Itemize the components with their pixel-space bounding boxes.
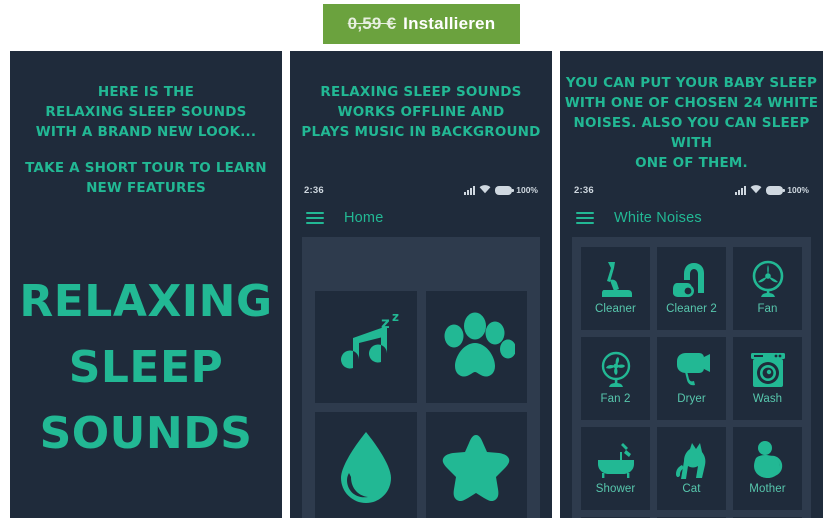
noise-item-row4-c[interactable]: [733, 517, 802, 518]
app-bar: Home: [290, 201, 552, 235]
status-bar-indicators: 100%: [464, 181, 538, 199]
paw-print-icon: [437, 311, 516, 383]
svg-text:z: z: [381, 314, 390, 332]
noise-label: Cat: [682, 483, 701, 495]
app-screenshot-2[interactable]: RELAXING SLEEP SOUNDS WORKS OFFLINE AND …: [290, 51, 552, 518]
water-drop-icon: [335, 430, 397, 506]
wifi-icon: [750, 181, 762, 199]
status-bar: 2:36 100%: [560, 179, 823, 201]
promo-line: WORKS OFFLINE AND: [337, 104, 505, 120]
hamburger-menu-icon[interactable]: [306, 212, 324, 224]
promo-line: TAKE A SHORT TOUR TO LEARN: [25, 160, 267, 176]
promo-line: WITH ONE OF CHOSEN 24 WHITE: [564, 95, 819, 111]
app-bar: White Noises: [560, 201, 823, 235]
tile-favorites[interactable]: [425, 412, 527, 518]
battery-percent: 100%: [516, 185, 538, 195]
app-bar-title: Home: [344, 210, 384, 226]
app-hero-title: RELAXING SLEEP SOUNDS: [10, 269, 282, 467]
washing-machine-icon: [748, 348, 788, 392]
battery-percent: 100%: [787, 185, 809, 195]
app-bar-title: White Noises: [614, 210, 702, 226]
noise-item-row4-b[interactable]: [657, 517, 726, 518]
noise-label: Fan 2: [600, 393, 631, 405]
mother-baby-icon: [748, 438, 788, 482]
promo-line: RELAXING SLEEP SOUNDS: [320, 84, 522, 100]
promo-line: WITH A BRAND NEW LOOK...: [35, 124, 257, 140]
noise-item-cat[interactable]: Cat: [657, 427, 726, 510]
wifi-icon: [479, 181, 491, 199]
status-bar-time: 2:36: [304, 184, 324, 196]
noise-label: Dryer: [677, 393, 706, 405]
app-screenshot-1[interactable]: HERE IS THE RELAXING SLEEP SOUNDS WITH A…: [10, 51, 282, 518]
svg-text:z: z: [392, 312, 399, 324]
white-noise-grid: Cleaner Cleaner 2 Fan Fan 2 Dryer Wash S…: [581, 247, 802, 518]
table-fan-icon: [596, 348, 636, 392]
white-noise-sheet: Cleaner Cleaner 2 Fan Fan 2 Dryer Wash S…: [572, 237, 811, 518]
install-button-label: Installieren: [403, 14, 496, 33]
screenshot-gallery: HERE IS THE RELAXING SLEEP SOUNDS WITH A…: [0, 51, 833, 518]
noise-item-shower[interactable]: Shower: [581, 427, 650, 510]
noise-item-mother[interactable]: Mother: [733, 427, 802, 510]
status-bar-time: 2:36: [574, 184, 594, 196]
promo-line: RELAXING SLEEP SOUNDS: [45, 104, 247, 120]
app-screenshot-3[interactable]: YOU CAN PUT YOUR BABY SLEEP WITH ONE OF …: [560, 51, 823, 518]
hero-title-line: SOUNDS: [39, 408, 253, 459]
noise-item-row4-a[interactable]: [581, 517, 650, 518]
noise-label: Fan: [757, 303, 778, 315]
noise-label: Cleaner: [595, 303, 636, 315]
battery-icon: [766, 185, 786, 195]
promo-text-block-a: RELAXING SLEEP SOUNDS WORKS OFFLINE AND …: [290, 82, 552, 142]
promo-text-block-b: TAKE A SHORT TOUR TO LEARN NEW FEATURES: [10, 158, 282, 198]
promo-line: NEW FEATURES: [86, 180, 206, 196]
hero-title-line: SLEEP: [68, 342, 224, 393]
promo-text-block-a: YOU CAN PUT YOUR BABY SLEEP WITH ONE OF …: [564, 73, 819, 173]
noise-item-cleaner-2[interactable]: Cleaner 2: [657, 247, 726, 330]
tile-sleep-music[interactable]: z z: [315, 291, 417, 403]
phone-mock-white-noises: 2:36 100% White Noises Cleaner Cleaner 2…: [560, 179, 823, 518]
status-bar: 2:36 100%: [290, 179, 552, 201]
tile-animals[interactable]: [425, 291, 527, 403]
hair-dryer-icon: [672, 348, 712, 392]
noise-item-fan-2[interactable]: Fan 2: [581, 337, 650, 420]
phone-mock-home: 2:36 100% Home z z: [290, 179, 552, 518]
canister-vacuum-icon: [672, 258, 712, 302]
tile-water[interactable]: [315, 412, 417, 518]
noise-label: Shower: [595, 483, 636, 495]
signal-icon: [464, 185, 476, 195]
ceiling-fan-icon: [748, 258, 788, 302]
upright-vacuum-icon: [596, 258, 636, 302]
battery-icon: [495, 185, 515, 195]
promo-line: PLAYS MUSIC IN BACKGROUND: [301, 124, 541, 140]
category-tile-grid: z z: [315, 291, 527, 518]
cat-icon: [672, 438, 712, 482]
install-price-struck: 0,59 €: [347, 14, 397, 33]
noise-label: Wash: [752, 393, 783, 405]
promo-line: ONE OF THEM.: [635, 155, 748, 171]
noise-item-wash[interactable]: Wash: [733, 337, 802, 420]
star-icon: [438, 432, 514, 504]
hamburger-menu-icon[interactable]: [576, 212, 594, 224]
noise-item-dryer[interactable]: Dryer: [657, 337, 726, 420]
bathtub-icon: [596, 438, 636, 482]
hero-title-line: RELAXING: [19, 276, 273, 327]
promo-text-block-a: HERE IS THE RELAXING SLEEP SOUNDS WITH A…: [10, 82, 282, 142]
noise-item-fan[interactable]: Fan: [733, 247, 802, 330]
install-button[interactable]: 0,59 € Installieren: [323, 4, 520, 44]
noise-label: Mother: [749, 483, 786, 495]
install-bar: 0,59 € Installieren: [0, 0, 833, 51]
home-content-sheet: z z: [302, 237, 540, 518]
promo-line: NOISES. ALSO YOU CAN SLEEP WITH: [573, 115, 810, 151]
status-bar-indicators: 100%: [735, 181, 809, 199]
noise-item-cleaner[interactable]: Cleaner: [581, 247, 650, 330]
noise-label: Cleaner 2: [666, 303, 717, 315]
music-note-zz-icon: z z: [323, 312, 409, 382]
signal-icon: [735, 185, 747, 195]
promo-line: YOU CAN PUT YOUR BABY SLEEP: [565, 75, 818, 91]
promo-line: HERE IS THE: [97, 84, 195, 100]
